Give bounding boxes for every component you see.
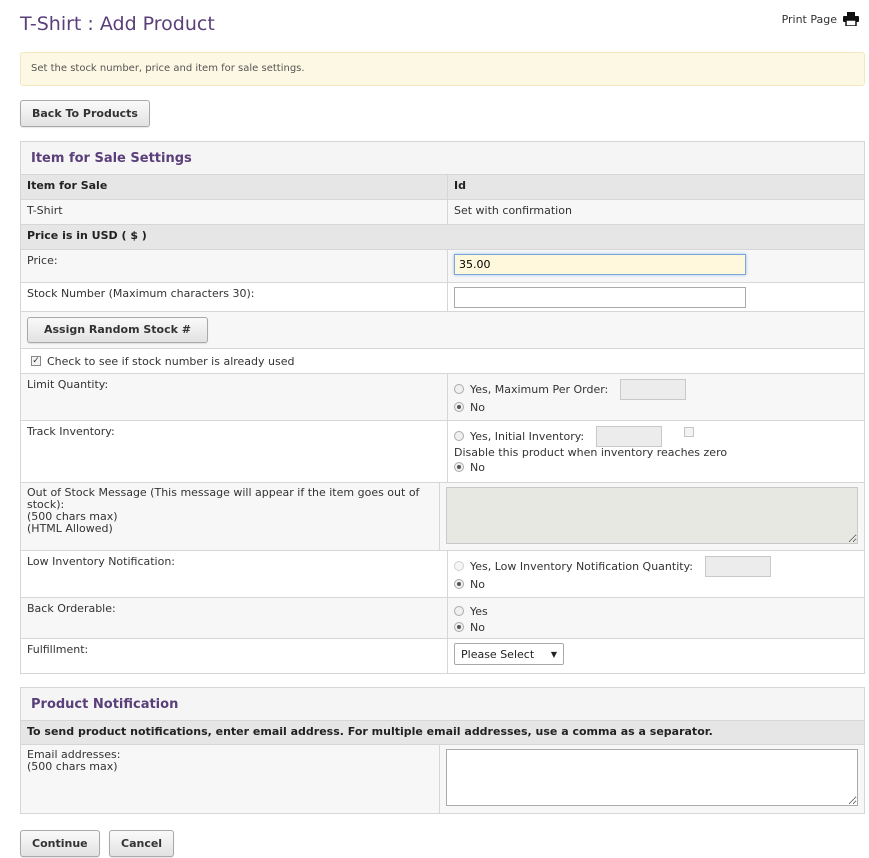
low-yes-label: Yes, Low Inventory Notification Quantity… (470, 559, 693, 573)
product-notification-panel: Product Notification To send product not… (20, 687, 865, 814)
column-header-id: Id (454, 179, 466, 192)
stock-number-row: Stock Number (Maximum characters 30): (21, 283, 864, 312)
back-yes-label: Yes (470, 604, 488, 618)
low-inventory-quantity-input[interactable] (705, 555, 771, 577)
back-yes-radio[interactable] (454, 606, 464, 616)
stock-number-input[interactable] (454, 287, 746, 308)
back-to-products-button[interactable]: Back To Products (20, 100, 150, 127)
out-of-stock-textarea[interactable] (446, 487, 858, 544)
limit-yes-label: Yes, Maximum Per Order: (470, 382, 609, 396)
panel-heading: Item for Sale Settings (21, 142, 864, 175)
cancel-button[interactable]: Cancel (109, 830, 175, 857)
back-orderable-label: Back Orderable: (21, 598, 448, 638)
oos-html-hint: (HTML Allowed) (27, 522, 113, 535)
track-inventory-label: Track Inventory: (21, 421, 448, 482)
track-inventory-row: Track Inventory: Yes, Initial Inventory:… (21, 421, 864, 483)
id-value: Set with confirmation (454, 204, 572, 217)
low-inventory-label: Low Inventory Notification: (21, 551, 448, 597)
assign-random-stock-button[interactable]: Assign Random Stock # (27, 317, 208, 343)
print-page-label: Print Page (781, 12, 837, 26)
oos-label: Out of Stock Message (This message will … (27, 486, 420, 511)
low-inventory-row: Low Inventory Notification: Yes, Low Inv… (21, 551, 864, 598)
print-page-link[interactable]: Print Page (782, 12, 859, 26)
track-yes-radio[interactable] (454, 431, 464, 441)
table-row: T-Shirt Set with confirmation (21, 200, 864, 225)
notification-heading: Product Notification (21, 688, 864, 721)
random-stock-row: Assign Random Stock # (21, 312, 864, 349)
item-value: T-Shirt (21, 200, 448, 224)
fulfillment-label: Fulfillment: (21, 639, 448, 673)
limit-quantity-row: Limit Quantity: Yes, Maximum Per Order: … (21, 374, 864, 421)
max-per-order-input[interactable] (620, 378, 687, 400)
check-stock-checkbox[interactable]: ✓ (31, 356, 41, 366)
limit-quantity-label: Limit Quantity: (21, 374, 448, 420)
low-no-radio[interactable] (454, 579, 464, 589)
price-currency-row: Price is in USD ( $ ) (21, 225, 864, 250)
limit-no-label: No (470, 400, 485, 414)
fulfillment-selected-value: Please Select (461, 647, 535, 661)
fulfillment-select[interactable]: Please Select ▼ (454, 643, 564, 665)
email-addresses-textarea[interactable] (446, 749, 858, 806)
out-of-stock-message-row: Out of Stock Message (This message will … (21, 483, 864, 551)
track-disable-label: Disable this product when inventory reac… (454, 446, 728, 459)
check-stock-row: ✓ Check to see if stock number is alread… (21, 349, 864, 374)
back-no-label: No (470, 620, 485, 634)
price-currency-label: Price is in USD ( $ ) (27, 229, 147, 242)
track-yes-label: Yes, Initial Inventory: (470, 429, 585, 443)
info-alert: Set the stock number, price and item for… (20, 52, 865, 86)
price-label: Price: (21, 250, 448, 282)
email-row: Email addresses: (500 chars max) (21, 745, 864, 813)
price-input[interactable] (454, 254, 746, 275)
notification-instructions: To send product notifications, enter ema… (27, 725, 713, 738)
price-row: Price: (21, 250, 864, 283)
fulfillment-row: Fulfillment: Please Select ▼ (21, 639, 864, 673)
column-header-item: Item for Sale (21, 175, 448, 199)
initial-inventory-input[interactable] (596, 425, 663, 447)
back-orderable-row: Back Orderable: Yes No (21, 598, 864, 639)
back-no-radio[interactable] (454, 622, 464, 632)
low-yes-radio[interactable] (454, 561, 464, 571)
stock-number-label: Stock Number (Maximum characters 30): (21, 283, 448, 311)
check-stock-label: Check to see if stock number is already … (47, 354, 295, 368)
notification-instructions-row: To send product notifications, enter ema… (21, 721, 864, 745)
email-limit-hint: (500 chars max) (27, 760, 118, 773)
table-header-row: Item for Sale Id (21, 175, 864, 200)
limit-yes-radio[interactable] (454, 384, 464, 394)
item-for-sale-settings-panel: Item for Sale Settings Item for Sale Id … (20, 141, 865, 674)
chevron-down-icon: ▼ (550, 649, 557, 659)
continue-button[interactable]: Continue (20, 830, 100, 857)
limit-no-radio[interactable] (454, 402, 464, 412)
low-no-label: No (470, 577, 485, 591)
page-title: T-Shirt : Add Product (20, 13, 215, 35)
disable-at-zero-checkbox[interactable] (684, 427, 695, 437)
track-no-label: No (470, 460, 485, 474)
track-no-radio[interactable] (454, 462, 464, 472)
printer-icon (843, 12, 859, 26)
